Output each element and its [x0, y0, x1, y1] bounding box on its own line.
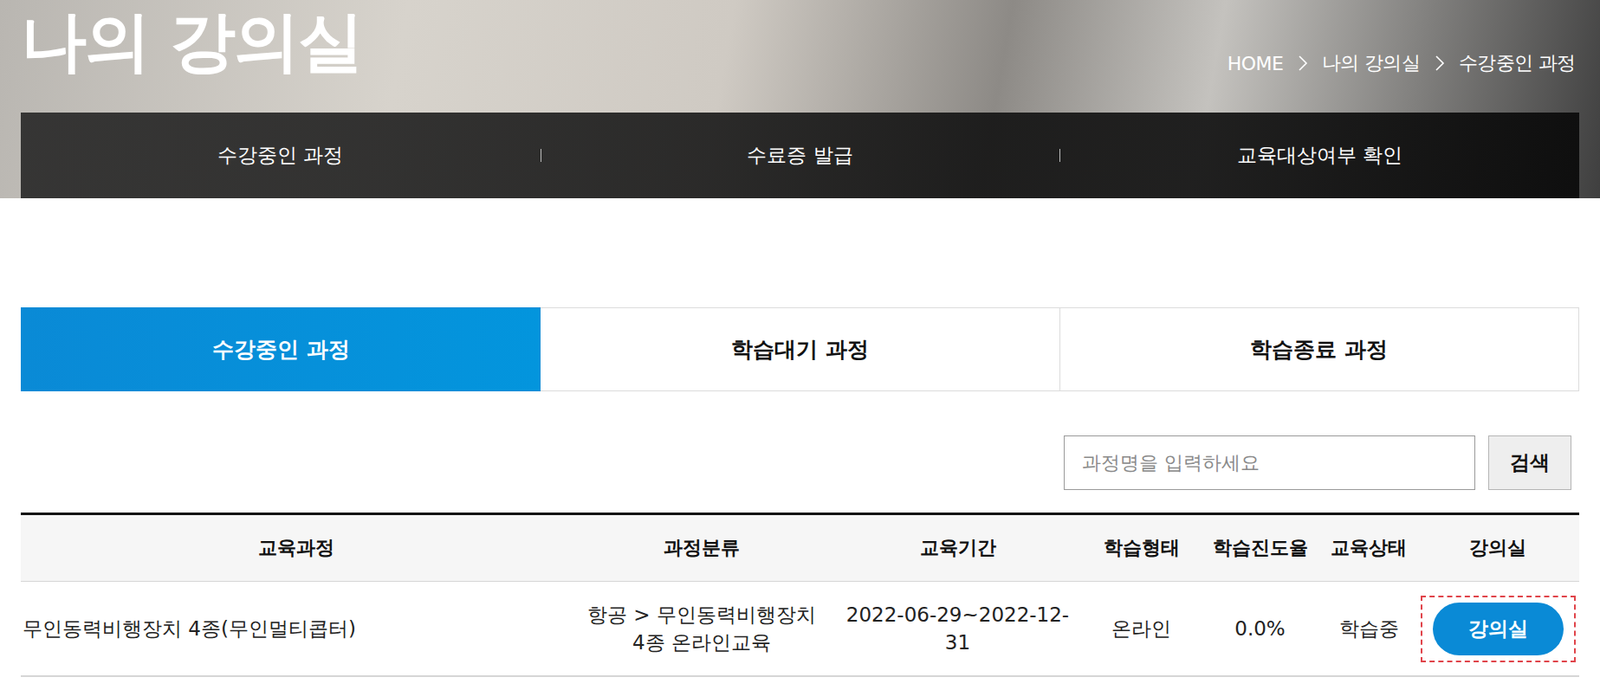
tab[interactable]: 수강중인 과정 [20, 307, 541, 392]
table-header-cell: 강의실 [1416, 515, 1580, 583]
table-header-cell: 교육기간 [831, 515, 1084, 583]
table-header-cell: 교육과정 [20, 515, 572, 583]
table-header-cell: 학습형태 [1083, 515, 1199, 583]
page: 나의 강의실HOME나의 강의실수강중인 과정수강중인 과정수료증 발급교육대상… [0, 0, 1600, 690]
hero-top: 나의 강의실HOME나의 강의실수강중인 과정 [20, 0, 1580, 113]
sub-nav-item[interactable]: 수강중인 과정 [20, 112, 541, 199]
sub-nav-item[interactable]: 교육대상여부 확인 [1059, 112, 1580, 199]
table-cell: 학습중 [1321, 582, 1417, 678]
table-cell: 온라인 [1083, 582, 1199, 678]
table-cell: 무인동력비행장치 4종(무인멀티콥터) [20, 582, 572, 678]
breadcrumb-item[interactable]: 수강중인 과정 [1458, 50, 1577, 77]
page-title: 나의 강의실 [20, 0, 363, 81]
highlight-box: 강의실 [1420, 595, 1576, 663]
chevron-icon [1434, 54, 1445, 72]
table-header-cell: 과정분류 [571, 515, 832, 583]
chevron-icon [1297, 54, 1309, 72]
tab[interactable]: 학습대기 과정 [540, 307, 1060, 392]
table-cell: 2022-06-29~2022-12-31 [831, 582, 1084, 678]
course-table: 교육과정과정분류교육기간학습형태학습진도율교육상태강의실무인동력비행장치 4종(… [20, 512, 1580, 678]
table-cell: 강의실 [1416, 582, 1580, 678]
tab[interactable]: 학습종료 과정 [1060, 307, 1580, 392]
breadcrumb: HOME 나의 강의실 수강중인 과정 [1227, 50, 1580, 77]
breadcrumb-item[interactable]: HOME [1227, 52, 1284, 75]
table-header-cell: 교육상태 [1321, 515, 1417, 583]
content: 수강중인 과정학습대기 과정학습종료 과정검색교육과정과정분류교육기간학습형태학… [0, 198, 1600, 678]
sub-nav-item[interactable]: 수료증 발급 [540, 112, 1061, 199]
table-cell: 0.0% [1198, 582, 1322, 678]
hero-header: 나의 강의실HOME나의 강의실수강중인 과정수강중인 과정수료증 발급교육대상… [0, 0, 1600, 199]
table-header-cell: 학습진도율 [1198, 515, 1322, 583]
search-bar: 검색 [20, 435, 1580, 491]
table-cell: 항공 > 무인동력비행장치 4종 온라인교육 [571, 582, 832, 678]
breadcrumb-item[interactable]: 나의 강의실 [1321, 50, 1421, 77]
search-button[interactable]: 검색 [1488, 435, 1572, 491]
sub-nav: 수강중인 과정수료증 발급교육대상여부 확인 [20, 112, 1580, 199]
tabs: 수강중인 과정학습대기 과정학습종료 과정 [20, 307, 1580, 392]
classroom-button[interactable]: 강의실 [1432, 602, 1564, 656]
search-input[interactable] [1063, 435, 1476, 491]
